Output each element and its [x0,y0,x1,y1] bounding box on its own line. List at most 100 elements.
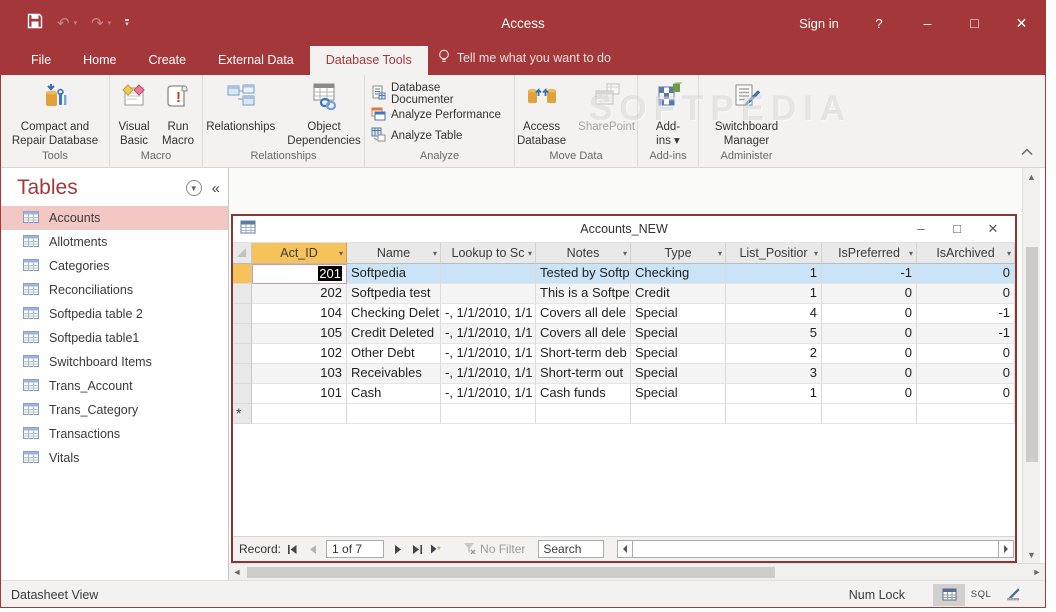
sidebar-item-allotments[interactable]: Allotments [1,230,228,254]
row-selector[interactable] [233,344,252,364]
vertical-scrollbar[interactable]: ▲ ▼ [1022,168,1040,563]
table-cell[interactable] [441,264,536,284]
scroll-down-icon[interactable]: ▼ [1027,546,1036,563]
new-record-icon[interactable]: * [429,541,446,558]
table-cell[interactable]: -1 [917,304,1015,324]
table-cell[interactable]: Covers all dele [536,304,631,324]
column-dropdown-icon[interactable]: ▾ [623,249,627,258]
table-cell[interactable]: 103 [252,364,347,384]
table-cell[interactable]: Cash funds [536,384,631,404]
add-ins-button[interactable]: Add- ins ▾ [647,80,689,150]
help-button[interactable]: ? [854,1,904,45]
tab-database-tools[interactable]: Database Tools [310,46,428,75]
table-cell[interactable]: -, 1/1/2010, 1/1 [441,384,536,404]
table-cell[interactable] [631,404,726,424]
column-dropdown-icon[interactable]: ▾ [433,249,437,258]
redo-dropdown-icon[interactable]: ▾ [108,19,112,27]
column-dropdown-icon[interactable]: ▾ [339,249,343,258]
table-cell[interactable]: -, 1/1/2010, 1/1 [441,304,536,324]
table-cell[interactable]: This is a Softpe [536,284,631,304]
table-cell[interactable] [441,404,536,424]
close-button[interactable]: ✕ [998,1,1045,45]
table-cell[interactable]: 0 [822,384,917,404]
last-record-icon[interactable] [409,541,426,558]
table-cell[interactable]: -1 [822,264,917,284]
table-cell[interactable]: Credit [631,284,726,304]
table-cell[interactable]: 0 [822,284,917,304]
table-cell[interactable]: 0 [822,304,917,324]
shutter-bar-close-icon[interactable]: « [212,180,220,197]
table-cell[interactable]: Special [631,364,726,384]
table-cell[interactable]: Cash [347,384,441,404]
table-cell[interactable]: -, 1/1/2010, 1/1 [441,344,536,364]
table-cell[interactable]: 4 [726,304,822,324]
scroll-right-icon[interactable]: ► [1029,564,1045,581]
doc-scroll-left-icon[interactable] [617,540,633,558]
new-record-selector[interactable]: * [233,404,252,424]
tab-external-data[interactable]: External Data [202,46,310,75]
table-cell[interactable] [822,404,917,424]
undo-icon[interactable]: ↶ [57,14,70,32]
table-cell[interactable]: Softpedia [347,264,441,284]
new-record-row[interactable]: * [233,404,1015,424]
table-cell[interactable]: -1 [917,324,1015,344]
relationships-button[interactable]: Relationships [201,80,280,136]
doc-scroll-right-icon[interactable] [998,540,1014,558]
table-cell[interactable]: Checking [631,264,726,284]
sidebar-item-vitals[interactable]: Vitals [1,446,228,470]
table-cell[interactable]: Special [631,384,726,404]
visual-basic-button[interactable]: Visual Basic [113,80,155,150]
first-record-icon[interactable] [284,541,301,558]
redo-icon[interactable]: ↷ [91,14,104,32]
column-header-ispreferred[interactable]: IsPreferred▾ [822,243,917,263]
tab-home[interactable]: Home [67,46,132,75]
table-cell[interactable]: Checking Delet [347,304,441,324]
table-cell[interactable]: 5 [726,324,822,344]
table-cell[interactable]: Tested by Softp [536,264,631,284]
horizontal-scrollbar[interactable]: ◄ ► [229,563,1045,580]
table-cell[interactable]: 201 [252,264,347,284]
table-cell[interactable]: 0 [917,364,1015,384]
record-position[interactable]: 1 of 7 [326,540,384,558]
table-cell[interactable]: 3 [726,364,822,384]
table-cell[interactable]: 1 [726,284,822,304]
column-header-type[interactable]: Type▾ [631,243,726,263]
table-cell[interactable] [536,404,631,424]
column-header-notes[interactable]: Notes▾ [536,243,631,263]
column-dropdown-icon[interactable]: ▾ [909,249,913,258]
row-selector[interactable] [233,324,252,344]
table-minimize-button[interactable]: – [903,221,939,237]
table-close-button[interactable]: ✕ [975,221,1011,237]
table-cell[interactable]: 101 [252,384,347,404]
column-dropdown-icon[interactable]: ▾ [1007,249,1011,258]
table-cell[interactable]: Credit Deleted [347,324,441,344]
run-macro-button[interactable]: ! Run Macro [157,80,199,150]
column-header-isarchived[interactable]: IsArchived▾ [917,243,1015,263]
table-cell[interactable]: Softpedia test [347,284,441,304]
undo-dropdown-icon[interactable]: ▾ [74,19,78,27]
vertical-scrollbar-thumb[interactable] [1026,247,1038,462]
sidebar-item-softpedia-table1[interactable]: Softpedia table1 [1,326,228,350]
table-cell[interactable]: Short-term deb [536,344,631,364]
table-cell[interactable]: 0 [822,324,917,344]
access-database-button[interactable]: Access Database [512,80,571,150]
table-cell[interactable]: Receivables [347,364,441,384]
tab-create[interactable]: Create [133,46,203,75]
column-header-list-positior[interactable]: List_Positior▾ [726,243,822,263]
table-cell[interactable]: Covers all dele [536,324,631,344]
compact-repair-button[interactable]: Compact and Repair Database [7,80,103,150]
search-input[interactable] [538,540,604,558]
database-documenter-button[interactable]: Database Documenter [371,85,506,103]
datasheet-view-button[interactable] [933,584,965,606]
row-selector[interactable] [233,364,252,384]
column-header-act-id[interactable]: Act_ID▾ [252,243,347,263]
no-filter-button[interactable]: No Filter [463,542,525,557]
table-cell[interactable]: 0 [917,264,1015,284]
sign-in-button[interactable]: Sign in [784,1,854,45]
table-cell[interactable]: 0 [917,344,1015,364]
table-cell[interactable] [252,404,347,424]
select-all-corner[interactable] [233,243,252,263]
table-cell[interactable]: 0 [917,284,1015,304]
sidebar-item-trans-category[interactable]: Trans_Category [1,398,228,422]
table-cell[interactable]: Short-term out [536,364,631,384]
